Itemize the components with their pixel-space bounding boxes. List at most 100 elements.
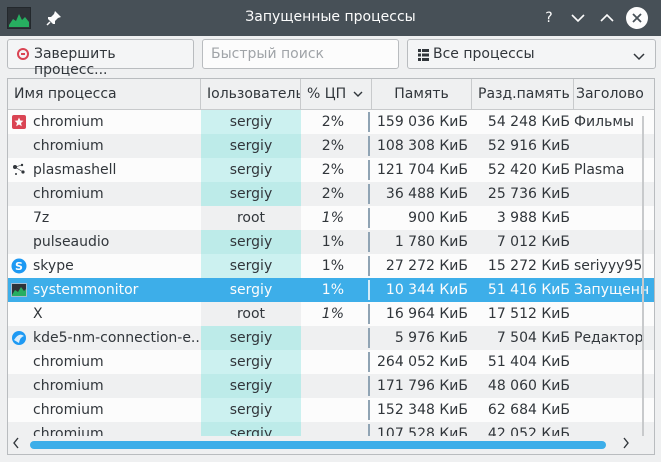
- table-row[interactable]: 7z root 1% 900 КиБ 3 988 КиБ: [8, 206, 654, 230]
- memory-usage-bar: [368, 352, 370, 372]
- vertical-scrollbar[interactable]: [633, 110, 653, 440]
- memory-usage-bar: [368, 376, 370, 396]
- process-name-cell: Sskype: [8, 254, 200, 278]
- process-user: sergiy: [201, 350, 301, 374]
- column-header-memory[interactable]: Память: [372, 79, 472, 109]
- help-button[interactable]: ?: [537, 6, 561, 30]
- process-name: plasmashell: [33, 162, 117, 178]
- column-header-user[interactable]: Іользователь: [201, 79, 301, 109]
- process-name: chromium: [33, 114, 104, 130]
- sort-chevron-down-icon: [353, 91, 363, 97]
- process-user: sergiy: [201, 254, 301, 278]
- process-user: sergiy: [201, 326, 301, 350]
- process-user: sergiy: [201, 158, 301, 182]
- maximize-button[interactable]: [595, 6, 619, 30]
- process-memory: 121 704 КиБ: [377, 162, 468, 178]
- process-shared-memory: 51 404 КиБ: [487, 354, 570, 370]
- process-table[interactable]: Имя процесса Іользователь % ЦП Память Ра…: [7, 78, 655, 455]
- table-row[interactable]: chromium sergiy 2% 108 308 КиБ 52 916 КиБ: [8, 134, 654, 158]
- process-name: pulseaudio: [33, 234, 110, 250]
- chevron-down-icon: [633, 49, 645, 65]
- kill-process-label: Завершить процесс...: [34, 46, 116, 78]
- process-shared-memory: 17 512 КиБ: [487, 306, 570, 322]
- table-row[interactable]: systemmonitor sergiy 1% 10 344 КиБ 51 416 Ки…: [8, 278, 654, 302]
- table-row[interactable]: Xroot 1% 16 964 КиБ 17 512 КиБ: [8, 302, 654, 326]
- column-header-shared-memory[interactable]: Разд.память: [472, 79, 574, 109]
- process-shared-memory: 52 916 КиБ: [487, 138, 570, 154]
- kill-icon: [17, 48, 29, 60]
- process-memory: 27 272 КиБ: [385, 258, 468, 274]
- column-header-cpu[interactable]: % ЦП: [301, 79, 372, 109]
- process-filter-select[interactable]: Все процессы: [407, 39, 656, 69]
- table-row[interactable]: chromium sergiy 171 796 КиБ 48 060 КиБ: [8, 374, 654, 398]
- process-memory: 1 780 КиБ: [394, 234, 468, 250]
- kde-network-icon: [11, 330, 27, 346]
- process-name: chromium: [33, 402, 104, 418]
- process-cpu: 1%: [321, 306, 344, 322]
- quick-search-input[interactable]: [211, 46, 396, 62]
- quick-search-field[interactable]: [202, 39, 399, 69]
- process-name-cell: kde5-nm-connection-e...: [8, 326, 200, 350]
- process-user: sergiy: [201, 374, 301, 398]
- title-bar[interactable]: Запущенные процессы ?: [0, 0, 661, 36]
- table-row[interactable]: plasmashell sergiy 2% 121 704 КиБ 52 420 КиБ…: [8, 158, 654, 182]
- chromium-red-icon: [11, 114, 27, 130]
- close-button[interactable]: [626, 7, 648, 29]
- table-row[interactable]: Sskype sergiy 1% 27 272 КиБ 15 272 КиБ seriyy…: [8, 254, 654, 278]
- process-user: root: [201, 302, 301, 326]
- process-name: chromium: [33, 186, 104, 202]
- memory-usage-bar: [368, 400, 370, 420]
- process-cpu: [301, 350, 372, 374]
- list-icon: [418, 49, 429, 61]
- table-row[interactable]: chromium sergiy 2% 36 488 КиБ 25 736 КиБ: [8, 182, 654, 206]
- column-header-name[interactable]: Имя процесса: [8, 79, 201, 109]
- process-user: sergiy: [201, 182, 301, 206]
- process-rows: chromium sergiy 2% 159 036 КиБ 54 248 КиБ Фил…: [8, 110, 654, 446]
- table-row[interactable]: kde5-nm-connection-e... sergiy 5 976 КиБ 7 …: [8, 326, 654, 350]
- process-cpu: 2%: [321, 162, 344, 178]
- table-row[interactable]: chromium sergiy 152 348 КиБ 62 684 КиБ: [8, 398, 654, 422]
- process-name-cell: chromium: [8, 182, 200, 206]
- process-memory: 10 344 КиБ: [385, 282, 468, 298]
- process-memory: 5 976 КиБ: [394, 330, 468, 346]
- process-memory: 108 308 КиБ: [377, 138, 468, 154]
- svg-text:S: S: [15, 260, 23, 273]
- process-cpu: [301, 398, 372, 422]
- process-name-cell: pulseaudio: [8, 230, 200, 254]
- memory-usage-bar: [368, 280, 370, 300]
- table-row[interactable]: chromium sergiy 264 052 КиБ 51 404 КиБ: [8, 350, 654, 374]
- memory-usage-bar: [368, 304, 370, 324]
- process-cpu: 2%: [321, 186, 344, 202]
- scroll-right-arrow-icon[interactable]: [622, 437, 630, 452]
- memory-usage-bar: [368, 136, 370, 156]
- memory-usage-bar: [368, 208, 370, 228]
- process-shared-memory: 52 420 КиБ: [487, 162, 570, 178]
- process-filter-value: Все процессы: [433, 46, 535, 62]
- column-header-title[interactable]: Заголово: [574, 79, 654, 109]
- minimize-button[interactable]: [566, 6, 590, 30]
- process-name: 7z: [33, 210, 50, 226]
- process-name-cell: chromium: [8, 398, 200, 422]
- scroll-left-arrow-icon[interactable]: [12, 437, 20, 452]
- table-header: Имя процесса Іользователь % ЦП Память Ра…: [8, 79, 654, 110]
- process-shared-memory: 15 272 КиБ: [487, 258, 570, 274]
- process-name: chromium: [33, 354, 104, 370]
- process-user: sergiy: [201, 398, 301, 422]
- process-name: chromium: [33, 378, 104, 394]
- process-name-cell: chromium: [8, 110, 200, 134]
- process-memory: 16 964 КиБ: [385, 306, 468, 322]
- process-cpu: 1%: [321, 210, 344, 226]
- table-row[interactable]: pulseaudio sergiy 1% 1 780 КиБ 7 012 КиБ: [8, 230, 654, 254]
- process-name: X: [33, 306, 43, 322]
- process-shared-memory: 54 248 КиБ: [487, 114, 570, 130]
- process-user: sergiy: [229, 282, 273, 298]
- horizontal-scroll-thumb[interactable]: [30, 441, 606, 449]
- horizontal-scrollbar[interactable]: [8, 436, 654, 454]
- process-name-cell: chromium: [8, 374, 200, 398]
- kill-process-button[interactable]: Завершить процесс...: [7, 39, 194, 78]
- vertical-scroll-track[interactable]: [642, 116, 644, 436]
- process-name: systemmonitor: [33, 282, 139, 298]
- process-memory: 264 052 КиБ: [377, 354, 468, 370]
- table-row[interactable]: chromium sergiy 2% 159 036 КиБ 54 248 КиБ Фил…: [8, 110, 654, 134]
- systemmonitor-icon: [11, 282, 27, 298]
